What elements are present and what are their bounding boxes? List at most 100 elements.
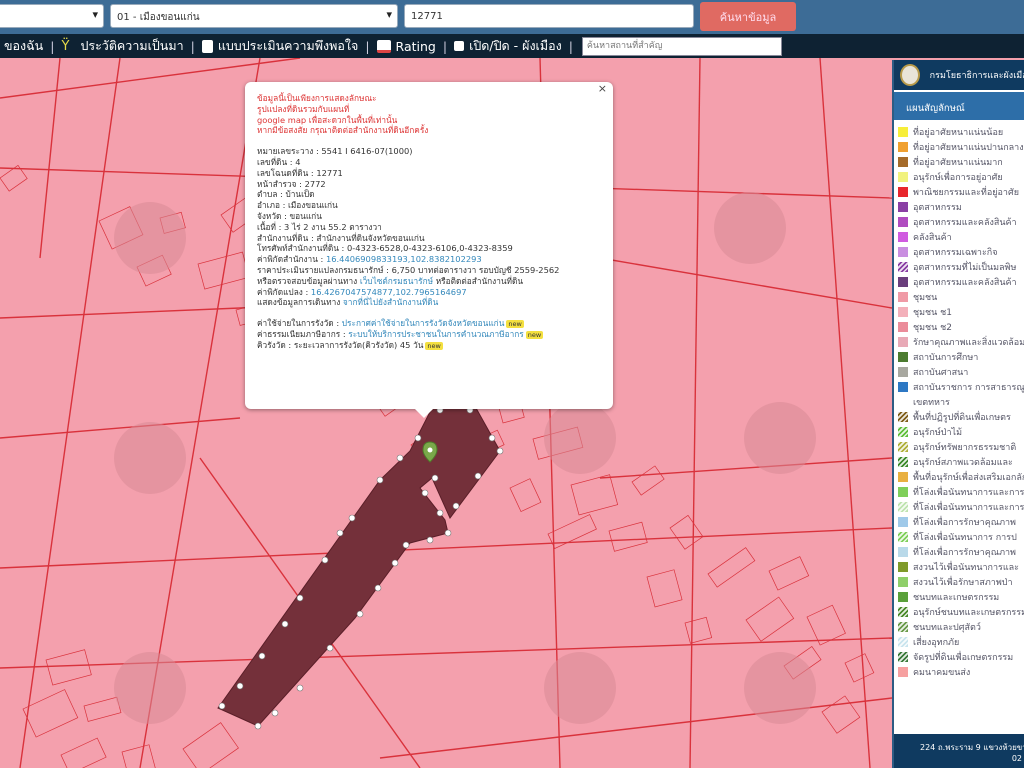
legend-item-label: อุตสาหกรรมเฉพาะกิจ [913, 247, 998, 258]
legend-swatch [898, 411, 908, 422]
legend-item: ชุมชน ช1 [898, 304, 1024, 319]
route-link[interactable]: จากที่นี่ไปยังสำนักงานที่ดิน [343, 297, 438, 307]
parcel-vertex-handle[interactable] [431, 474, 439, 482]
legend-swatch [898, 306, 908, 317]
legend-swatch [898, 156, 908, 167]
parcel-vertex-handle[interactable] [281, 620, 289, 628]
menu-item-history-label: ประวัติความเป็นมา [80, 38, 184, 53]
parcel-vertex-handle[interactable] [414, 434, 422, 442]
legend-item: ที่โล่งเพื่อนันทนาการและการ [898, 499, 1024, 514]
legend-item-label: อุตสาหกรรมที่ไม่เป็นมลพิษ [913, 262, 1017, 273]
district-select-value: 01 - เมืองขอนแก่น [117, 12, 200, 23]
legend-item-label: พาณิชยกรรมและที่อยู่อาศัย [913, 187, 1019, 198]
parcel-vertex-handle[interactable] [374, 584, 382, 592]
map-parcel-outline [844, 653, 875, 683]
tax-fee-link[interactable]: ระบบให้บริการประชาชนในการคำนวณภาษีอากร [348, 329, 523, 339]
survey-fee-link[interactable]: ประกาศค่าใช้จ่ายในการรังวัดจังหวัดขอนแก่… [342, 318, 505, 328]
legend-item: ที่โล่งเพื่อนันทนาการ การป [898, 529, 1024, 544]
watermark-seal [544, 652, 616, 724]
legend-item-label: สถาบันราชการ การสาธารณูปโภค [913, 382, 1024, 393]
new-badge: new [525, 330, 544, 339]
map-parcel-outline [182, 722, 239, 768]
legend-item: อนุรักษ์สภาพแวดล้อมและ [898, 454, 1024, 469]
landmark-search-input[interactable] [581, 36, 782, 56]
parcel-vertex-handle[interactable] [218, 702, 226, 710]
legend-swatch [898, 366, 908, 377]
menu-item-rating[interactable]: Rating [373, 39, 440, 54]
parcel-coords: ค่าพิกัดแปลง : 16.4267047574877,102.7965… [257, 287, 601, 298]
parcel-vertex-handle[interactable] [356, 610, 364, 618]
parcel-vertex-handle[interactable] [436, 509, 444, 517]
parcel-vertex-handle[interactable] [391, 559, 399, 567]
parcel-vertex-handle[interactable] [426, 536, 434, 544]
menu-item-mine[interactable]: ของฉัน [0, 36, 47, 56]
menu-item-rating-label: Rating [395, 38, 436, 54]
legend-swatch [898, 441, 908, 452]
appraisal-price: ราคาประเมินรายแปลงกรมธนารักษ์ : 6,750 บา… [257, 264, 560, 275]
close-icon[interactable]: × [598, 83, 607, 95]
parcel-vertex-handle[interactable] [421, 489, 429, 497]
map-road-line [39, 58, 61, 259]
office-coords: ค่าพิกัดสำนักงาน : 16.4406909833193,102.… [257, 254, 601, 265]
area: เนื้อที่ : 3 ไร่ 2 งาน 55.2 ตารางวา [257, 221, 382, 232]
parcel-vertex-handle[interactable] [444, 529, 452, 537]
parcel-vertex-handle[interactable] [488, 434, 496, 442]
parcel-vertex-handle[interactable] [236, 682, 244, 690]
survey-fee: ค่าใช้จ่ายในการรังวัด : ประกาศค่าใช้จ่าย… [257, 318, 601, 329]
legend-item-label: อนุรักษ์ทรัพยากรธรรมชาติ [913, 442, 1017, 453]
legend-item: อุตสาหกรรมและคลังสินค้า [898, 274, 1024, 289]
menu-item-cityplan-toggle[interactable]: เปิด/ปิด - ผังเมือง [450, 36, 566, 56]
map-road-line [599, 257, 892, 309]
legend-item-label: อนุรักษ์สภาพแวดล้อมและ [913, 457, 1013, 468]
parcel-coords-link[interactable]: 16.4267047574877,102.7965164697 [311, 287, 467, 297]
watermark-seal [544, 402, 616, 474]
legend-swatch [898, 531, 908, 542]
parcel-vertex-handle[interactable] [258, 652, 266, 660]
legend-item-label: พื้นที่อนุรักษ์เพื่อส่งเสริมเอกลักษณ์ [913, 472, 1024, 483]
parcel-vertex-handle[interactable] [254, 722, 262, 730]
parcel-vertex-handle[interactable] [321, 556, 329, 564]
district-select[interactable]: 01 - เมืองขอนแก่น ▾ [110, 4, 398, 28]
legend-swatch [898, 591, 908, 602]
menu-item-history[interactable]: Ÿ ประวัติความเป็นมา [57, 36, 187, 56]
legend-swatch [898, 546, 908, 557]
tax-fee-label: ค่าธรรมเนียมภาษีอากร : [257, 328, 346, 339]
map-parcel-outline [570, 474, 619, 516]
popup-warning: ข้อมูลนี้เป็นเพียงการแสดงลักษณะ รูปแปลงท… [257, 93, 601, 136]
legend-swatch [898, 186, 908, 197]
parcel-vertex-handle[interactable] [396, 454, 404, 462]
watermark-seal [714, 192, 786, 264]
parcel-vertex-handle[interactable] [376, 476, 384, 484]
parcel-vertex-handle[interactable] [348, 514, 356, 522]
parcel-vertex-handle[interactable] [402, 541, 410, 549]
legend-swatch [898, 621, 908, 632]
map-road-line [19, 58, 121, 768]
map-road-line [379, 697, 892, 759]
legend-footer: 224 ถ.พระราม 9 แขวงห้วยขวาง 02 [894, 734, 1024, 768]
parcel-vertex-handle[interactable] [326, 644, 334, 652]
parcel-vertex-handle[interactable] [496, 447, 504, 455]
parcel-vertex-handle[interactable] [296, 594, 304, 602]
parcel-vertex-handle[interactable] [296, 684, 304, 692]
legend-item-label: อนุรักษ์เพื่อการอยู่อาศัย [913, 172, 1003, 183]
search-button[interactable]: ค้นหาข้อมูล [700, 2, 796, 31]
legend-item: สถาบันศาสนา [898, 364, 1024, 379]
office-coords-link[interactable]: 16.4406909833193,102.8382102293 [326, 254, 482, 264]
selected-parcel[interactable] [217, 407, 501, 727]
treasury-website-link[interactable]: เว็บไซต์กรมธนารักษ์ [360, 276, 433, 286]
legend-item: ที่โล่งเพื่อการรักษาคุณภาพ [898, 514, 1024, 529]
menu-item-survey-label: แบบประเมินความพึงพอใจ [217, 38, 359, 53]
legend-item-label: สงวนไว้เพื่อรักษาสภาพป่า [913, 577, 1013, 588]
parcel-vertex-handle[interactable] [452, 502, 460, 510]
menu-item-survey[interactable]: แบบประเมินความพึงพอใจ [198, 36, 363, 56]
legend-item-label: ที่อยู่อาศัยหนาแน่นปานกลาง [913, 142, 1024, 153]
legend-swatch [898, 666, 908, 677]
deed-number-input[interactable] [404, 4, 694, 28]
legend-swatch [898, 381, 908, 392]
province-select[interactable]: ▾ [0, 4, 104, 28]
parcel-vertex-handle[interactable] [474, 472, 482, 480]
parcel-vertex-handle[interactable] [271, 709, 279, 717]
parcel-vertex-handle[interactable] [336, 529, 344, 537]
legend-item: ชนบทและปศุสัตว์ [898, 619, 1024, 634]
map-parcel-outline [669, 514, 704, 550]
